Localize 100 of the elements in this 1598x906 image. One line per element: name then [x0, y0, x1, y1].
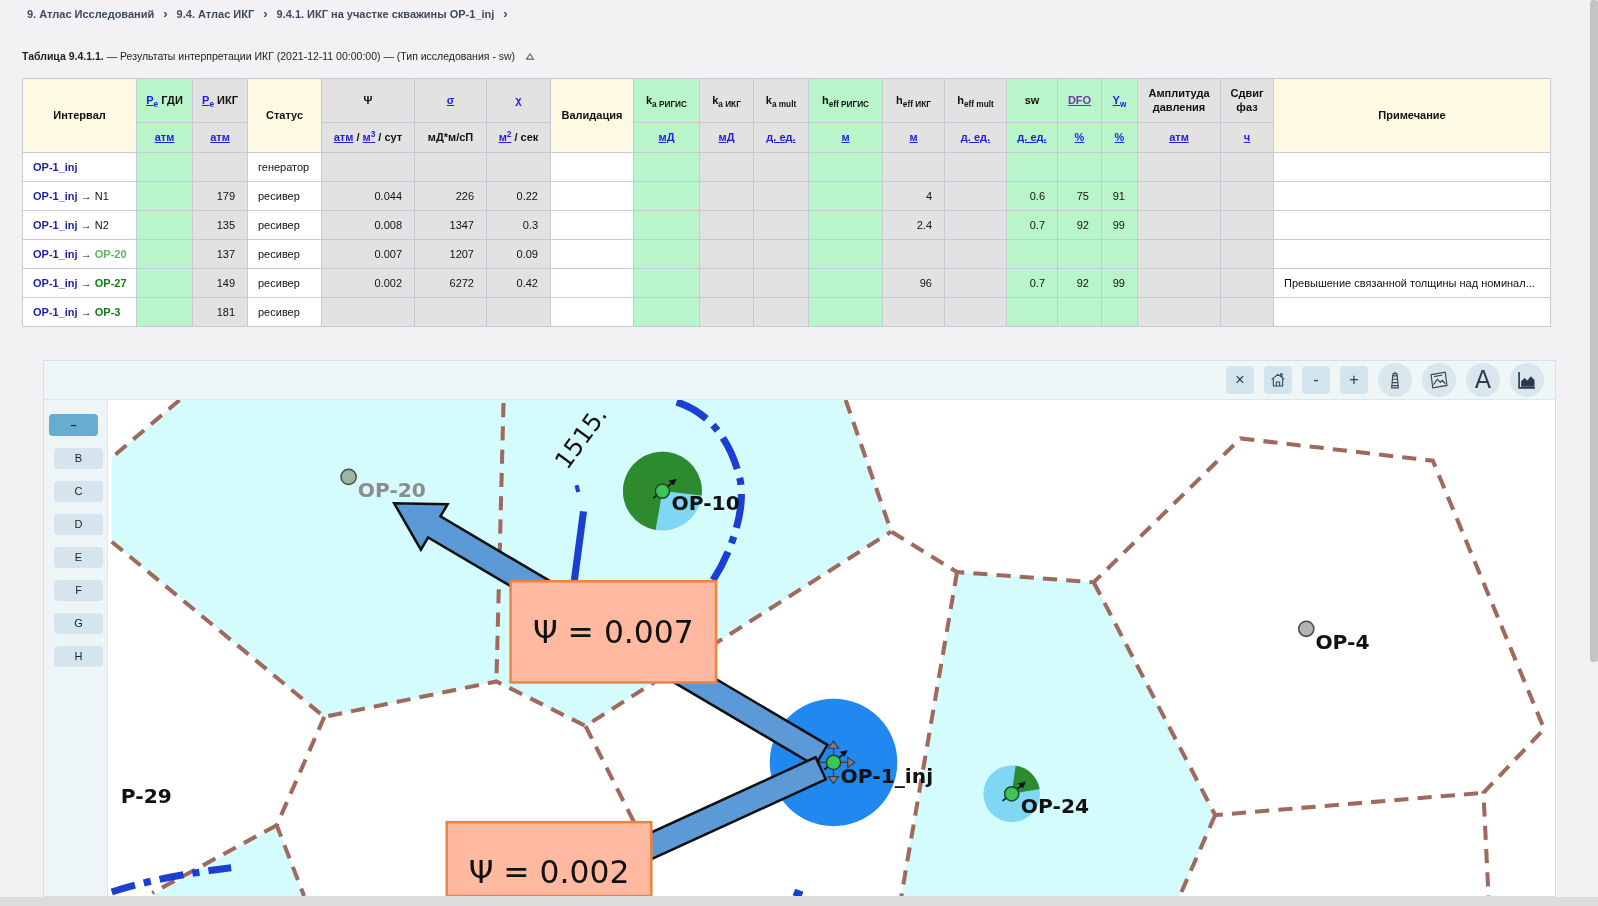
- column-header: k$_{a mult}$: [753, 78, 809, 123]
- header-link[interactable]: σ: [446, 94, 455, 107]
- well-link[interactable]: N1: [94, 189, 109, 202]
- breadcrumb-separator: ›: [163, 7, 168, 21]
- arrow-sign: →: [80, 189, 92, 202]
- layer-button[interactable]: –: [49, 413, 98, 436]
- psi-label: Ψ = 0.007: [509, 579, 718, 684]
- table-cell: генератор: [247, 152, 322, 182]
- layer-button[interactable]: H: [54, 645, 103, 667]
- table-cell: 0.42: [486, 268, 551, 298]
- breadcrumb-link[interactable]: 9. Атлас Исследований: [27, 5, 155, 23]
- unit-link[interactable]: ч: [1243, 131, 1251, 144]
- unit-header: мД*м/сП: [414, 122, 487, 153]
- unit-link[interactable]: м$^{2}$: [498, 131, 512, 144]
- column-header: Сдвиг фаз: [1220, 78, 1274, 123]
- header-link[interactable]: Y$_{w}$: [1112, 94, 1127, 107]
- table-cell: 0.002: [321, 268, 415, 298]
- well-link[interactable]: OP-1_inj: [33, 247, 78, 260]
- well-link[interactable]: OP-1_inj: [33, 305, 78, 318]
- well-dot-icon[interactable]: [340, 468, 357, 486]
- table-cell: 1347: [414, 210, 487, 240]
- well-link[interactable]: OP-1_inj: [33, 218, 78, 231]
- header-link[interactable]: P$_{e}$: [146, 94, 159, 107]
- well-link[interactable]: OP-3: [94, 305, 121, 318]
- table-cell: ресивер: [247, 268, 322, 298]
- toolbar-button[interactable]: [1510, 362, 1544, 397]
- breadcrumb-separator: ›: [263, 7, 268, 21]
- unit-link[interactable]: %: [1114, 131, 1125, 144]
- unit-link[interactable]: д. ед.: [1017, 131, 1047, 144]
- breadcrumb-link[interactable]: 9.4. Атлас ИКГ: [176, 5, 255, 23]
- unit-link[interactable]: атм: [333, 131, 354, 144]
- toolbar-button[interactable]: A: [1466, 362, 1500, 397]
- unit-link[interactable]: атм: [210, 131, 230, 144]
- table-cell: 0.3: [486, 210, 551, 240]
- table-cell: 0.008: [321, 210, 415, 240]
- psi-label: Ψ = 0.002: [445, 820, 653, 896]
- header-link[interactable]: P$_{e}$: [202, 94, 214, 107]
- well-link[interactable]: OP-1_inj: [33, 276, 78, 289]
- unit-link[interactable]: м$^{3}$: [362, 131, 376, 144]
- column-header: k$_{a ИКГ}$: [699, 78, 754, 123]
- column-header: k$_{a РИГИС}$: [633, 78, 700, 123]
- scrollbar-thumb[interactable]: [1590, 0, 1598, 662]
- table-caption: Таблица 9.4.1.1. — Результаты интерпретации ИКГ (2021-12-11 00:00:00) — (Тип исследования - sw): [22, 49, 516, 65]
- unit-link[interactable]: д. ед.: [960, 131, 991, 144]
- well-label: P-29: [120, 783, 172, 808]
- header-link[interactable]: χ: [515, 94, 522, 107]
- well-label: OP-20: [357, 478, 426, 503]
- table-cell: 0.22: [486, 181, 551, 211]
- toolbar-button[interactable]: [1378, 362, 1412, 397]
- unit-link[interactable]: мД: [658, 131, 675, 144]
- arrow-sign: →: [80, 276, 92, 289]
- column-header: h$_{eff ИКГ}$: [882, 78, 945, 123]
- header-link[interactable]: DFO: [1067, 94, 1092, 107]
- table-cell: 0.007: [321, 239, 415, 269]
- layer-button[interactable]: F: [54, 579, 103, 601]
- triangle-up-icon[interactable]: [525, 53, 536, 61]
- unit-link[interactable]: атм: [1169, 131, 1189, 144]
- area-chart-icon: [1517, 369, 1537, 390]
- unit-header: м$^{2}$ / сек: [486, 122, 551, 153]
- table-cell: 2.4: [882, 210, 945, 240]
- toolbar-button[interactable]: [1422, 362, 1456, 397]
- unit-link[interactable]: атм: [154, 131, 175, 144]
- layer-button[interactable]: E: [54, 546, 103, 568]
- table-cell: 0.044: [321, 181, 415, 211]
- unit-link[interactable]: м: [841, 131, 850, 144]
- column-header: Статус: [247, 78, 322, 153]
- scrollbar[interactable]: [0, 897, 1598, 906]
- column-header: Примечание: [1273, 78, 1551, 153]
- well-link[interactable]: OP-1_inj: [33, 160, 78, 173]
- unit-link[interactable]: д. ед.: [766, 131, 796, 144]
- layer-button[interactable]: D: [54, 513, 103, 535]
- unit-header: атм / м$^{3}$ / сут: [321, 122, 415, 153]
- breadcrumb-link[interactable]: 9.4.1. ИКГ на участке скважины OP-1_inj: [276, 5, 495, 23]
- layer-button[interactable]: B: [54, 447, 103, 469]
- table-cell: ресивер: [247, 210, 322, 240]
- column-header: h$_{eff mult}$: [944, 78, 1007, 123]
- arrow-sign: →: [80, 305, 92, 318]
- breadcrumb-separator: ›: [503, 7, 508, 21]
- arrow-sign: →: [80, 218, 92, 231]
- column-header: P$_{e}$ ИКГ: [192, 78, 248, 123]
- toolbar-button[interactable]: +: [1340, 365, 1368, 394]
- well-link[interactable]: N2: [94, 218, 109, 231]
- column-header: Ψ: [321, 78, 415, 123]
- table-cell: 1207: [414, 239, 487, 269]
- well-link[interactable]: OP-1_inj: [33, 189, 78, 202]
- table-cell: ресивер: [247, 297, 322, 327]
- toolbar-button[interactable]: ×: [1226, 365, 1254, 394]
- unit-link[interactable]: м: [909, 131, 918, 144]
- layer-button[interactable]: C: [54, 480, 103, 502]
- unit-link[interactable]: %: [1074, 131, 1085, 144]
- table-cell: 0.09: [486, 239, 551, 269]
- table-cell: 4: [882, 181, 945, 211]
- picture-icon: [1429, 369, 1449, 390]
- well-link[interactable]: OP-27: [94, 276, 127, 289]
- arrow-sign: →: [80, 247, 92, 260]
- toolbar-button[interactable]: [1264, 365, 1292, 394]
- layer-button[interactable]: G: [54, 612, 103, 634]
- toolbar-button[interactable]: -: [1302, 365, 1330, 394]
- well-dot-icon[interactable]: [1297, 620, 1315, 638]
- unit-link[interactable]: мД: [718, 131, 735, 144]
